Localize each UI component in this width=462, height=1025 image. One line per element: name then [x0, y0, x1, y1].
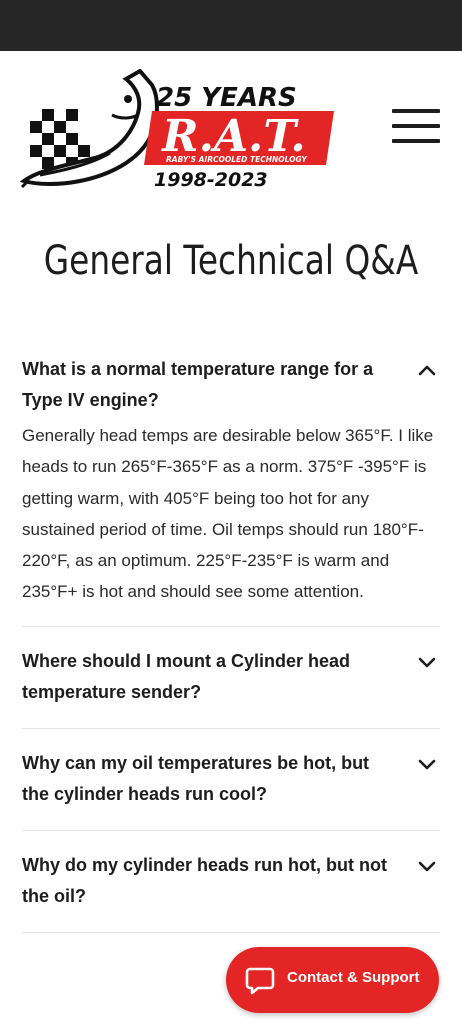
- faq-item: Why do my cylinder heads run hot, but no…: [22, 831, 440, 933]
- faq-answer: Generally head temps are desirable below…: [22, 426, 434, 602]
- logo-dates: 1998-2023: [154, 169, 268, 189]
- faq-question-text: Why do my cylinder heads run hot, but no…: [22, 854, 388, 906]
- faq-question[interactable]: Why do my cylinder heads run hot, but no…: [22, 831, 440, 932]
- chevron-up-icon[interactable]: [418, 364, 436, 376]
- faq-question-text: Where should I mount a Cylinder head tem…: [22, 650, 351, 702]
- faq-item: Where should I mount a Cylinder head tem…: [22, 627, 440, 729]
- chevron-down-icon[interactable]: [418, 860, 436, 872]
- faq-item: Why can my oil temperatures be hot, but …: [22, 729, 440, 831]
- menu-line: [392, 109, 440, 113]
- rat-logo[interactable]: 25 YEARS R.A.T. RABY'S AIRCOOLED TECHNOL…: [20, 69, 338, 189]
- faq-question[interactable]: What is a normal temperature range for a…: [22, 346, 440, 416]
- faq-question-text: Why can my oil temperatures be hot, but …: [22, 752, 370, 804]
- chevron-down-icon[interactable]: [418, 758, 436, 770]
- menu-line: [392, 124, 440, 128]
- logo-years-text: 25 YEARS: [156, 83, 297, 113]
- hamburger-menu-icon[interactable]: [392, 109, 440, 145]
- contact-support-button[interactable]: Contact & Support: [226, 947, 439, 1013]
- contact-support-label: Contact & Support: [287, 969, 420, 986]
- faq-question[interactable]: Why can my oil temperatures be hot, but …: [22, 729, 440, 830]
- chevron-down-icon[interactable]: [418, 656, 436, 668]
- faq-question-text: What is a normal temperature range for a…: [22, 359, 374, 410]
- page-title: General Technical Q&A: [43, 238, 419, 284]
- status-bar: [0, 0, 462, 51]
- site-header: 25 YEARS R.A.T. RABY'S AIRCOOLED TECHNOL…: [0, 51, 462, 201]
- logo-tagline: RABY'S AIRCOOLED TECHNOLOGY: [166, 155, 308, 164]
- chat-bubble-icon: [245, 967, 275, 995]
- faq-item: What is a normal temperature range for a…: [22, 346, 440, 627]
- faq-question[interactable]: Where should I mount a Cylinder head tem…: [22, 627, 440, 728]
- menu-line: [392, 139, 440, 143]
- rat-mascot-graphic: [20, 69, 159, 189]
- faq-accordion: What is a normal temperature range for a…: [22, 346, 440, 933]
